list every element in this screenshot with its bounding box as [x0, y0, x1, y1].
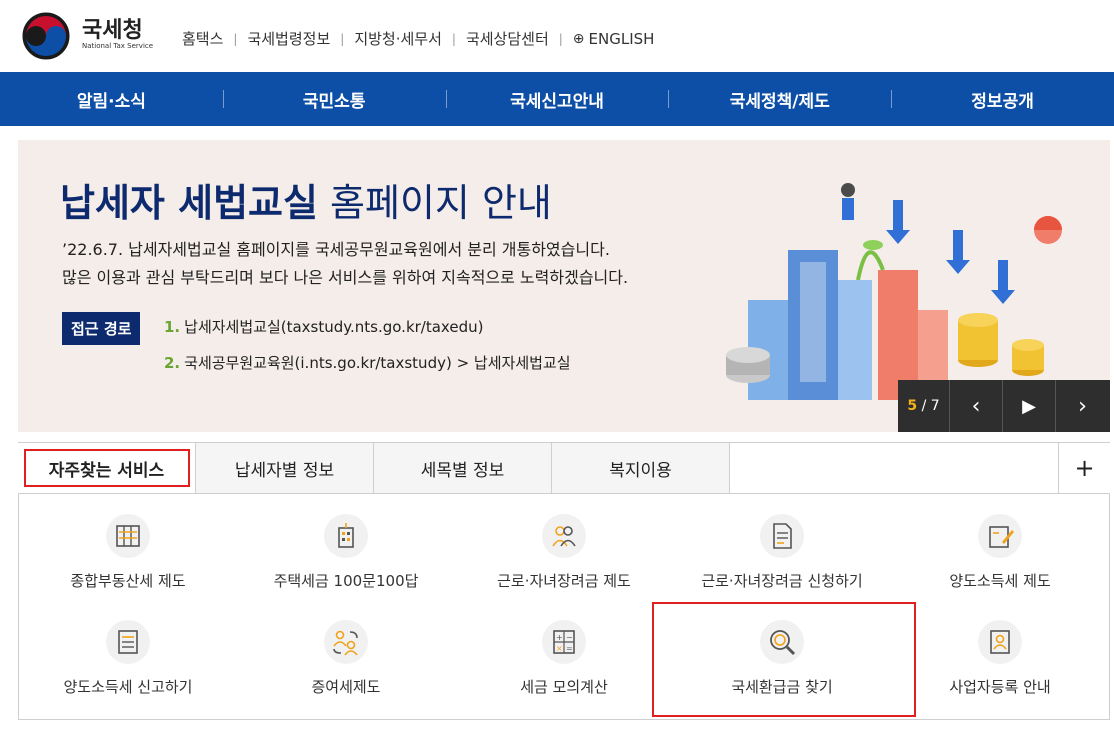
link-separator: |: [558, 31, 563, 46]
tab-welfare[interactable]: 복지이용: [552, 443, 730, 493]
nav-tax-policy[interactable]: 국세정책/제도: [668, 87, 891, 112]
service-item[interactable]: 양도소득세 제도: [891, 500, 1109, 600]
play-button[interactable]: ▶: [1003, 380, 1056, 432]
service-label: 근로·자녀장려금 신청하기: [701, 572, 863, 590]
tab-taxpayer-info[interactable]: 납세자별 정보: [196, 443, 374, 493]
link-separator: |: [233, 31, 238, 46]
banner-headline-bold: 납세자 세법교실: [60, 181, 318, 225]
svg-text:=: =: [566, 644, 573, 653]
service-item[interactable]: 양도소득세 신고하기: [19, 606, 237, 706]
building-icon: [324, 514, 368, 558]
service-item[interactable]: + − × = 세금 모의계산: [455, 606, 673, 706]
link-separator: |: [340, 31, 345, 46]
service-label: 종합부동산세 제도: [70, 572, 186, 590]
service-tabs: 자주찾는 서비스 납세자별 정보 세목별 정보 복지이용 +: [18, 442, 1110, 494]
banner-headline-rest: 홈페이지 안내: [317, 181, 552, 225]
service-label: 근로·자녀장려금 제도: [497, 572, 631, 590]
service-label: 양도소득세 제도: [949, 572, 1051, 590]
slide-current: 5: [907, 398, 918, 414]
tab-frequent-services[interactable]: 자주찾는 서비스: [18, 443, 196, 493]
svg-text:×: ×: [556, 644, 563, 653]
logo-title: 국세청: [82, 18, 143, 43]
service-label: 증여세제도: [311, 678, 381, 696]
service-item[interactable]: 근로·자녀장려금 제도: [455, 500, 673, 600]
prev-slide-button[interactable]: ‹: [950, 380, 1003, 432]
path-text: 국세공무원교육원(i.nts.go.kr/taxstudy) > 납세자세법교실: [184, 354, 571, 372]
service-item[interactable]: 종합부동산세 제도: [19, 500, 237, 600]
service-item[interactable]: 주택세금 100문100답: [237, 500, 455, 600]
access-path-badge: 접근 경로: [62, 312, 141, 345]
nav-communication[interactable]: 국민소통: [222, 87, 446, 112]
document-icon: [760, 514, 804, 558]
taegeuk-emblem-icon: [20, 10, 72, 62]
path-text: 납세자세법교실(taxstudy.nts.go.kr/taxedu): [184, 318, 484, 336]
main-nav: 알림·소식 국민소통 국세신고안내 국세정책/제도 정보공개: [0, 72, 1114, 126]
logo-subtitle: National Tax Service: [82, 42, 154, 50]
slide-controls: 5 / 7 ‹ ▶ ›: [898, 380, 1110, 432]
chevron-right-icon: ›: [1078, 393, 1087, 419]
nav-disclosure[interactable]: 정보공개: [891, 87, 1114, 112]
id-card-icon: [978, 620, 1022, 664]
globe-icon: ⊕: [572, 30, 585, 47]
tabs-spacer: [730, 443, 1058, 493]
service-grid: 종합부동산세 제도 주택세금 100문100답 근로·자녀장려금 제도 근로·자…: [18, 494, 1110, 720]
svg-text:+: +: [556, 633, 563, 642]
ledger-icon: [106, 514, 150, 558]
access-path-2: 2. 국세공무원교육원(i.nts.go.kr/taxstudy) > 납세자세법…: [164, 352, 571, 373]
svg-text:−: −: [566, 633, 573, 642]
link-separator: |: [451, 31, 456, 46]
service-item[interactable]: 증여세제도: [237, 606, 455, 706]
path-number: 1.: [164, 318, 181, 336]
service-label: 주택세금 100문100답: [273, 572, 419, 590]
service-item[interactable]: 사업자등록 안내: [891, 606, 1109, 706]
pen-note-icon: [978, 514, 1022, 558]
next-slide-button[interactable]: ›: [1056, 380, 1109, 432]
people-icon: [542, 514, 586, 558]
path-number: 2.: [164, 354, 181, 372]
nav-tax-filing[interactable]: 국세신고안내: [445, 87, 669, 112]
link-consult-center[interactable]: 국세상담센터: [466, 28, 549, 49]
banner-text-line2: 많은 이용과 관심 부탁드리며 보다 나은 서비스를 위하여 지속적으로 노력하…: [62, 268, 629, 287]
banner-slide[interactable]: 납세자 세법교실 홈페이지 안내 ’22.6.7. 납세자세법교실 홈페이지를 …: [18, 140, 1110, 432]
link-english[interactable]: ENGLISH: [589, 30, 655, 48]
highlight-box-refund: [652, 602, 916, 717]
exchange-people-icon: [324, 620, 368, 664]
nts-logo[interactable]: 국세청 National Tax Service: [20, 10, 180, 62]
play-icon: ▶: [1022, 395, 1036, 417]
top-links: 홈택스 | 국세법령정보 | 지방청·세무서 | 국세상담센터 | ⊕ ENGL…: [182, 28, 654, 49]
top-header: 국세청 National Tax Service 홈택스 | 국세법령정보 | …: [0, 0, 1114, 72]
link-tax-law[interactable]: 국세법령정보: [247, 28, 330, 49]
slide-counter: 5 / 7: [898, 380, 950, 432]
banner-headline: 납세자 세법교실 홈페이지 안내: [60, 172, 552, 227]
service-item[interactable]: 근로·자녀장려금 신청하기: [673, 500, 891, 600]
service-label: 사업자등록 안내: [949, 678, 1051, 696]
chevron-left-icon: ‹: [971, 393, 981, 419]
more-plus-button[interactable]: +: [1058, 443, 1110, 493]
link-offices[interactable]: 지방청·세무서: [354, 28, 442, 49]
banner-text-line1: ’22.6.7. 납세자세법교실 홈페이지를 국세공무원교육원에서 분리 개통하…: [62, 240, 610, 259]
link-hometax[interactable]: 홈택스: [182, 28, 223, 49]
slide-total: / 7: [921, 398, 940, 414]
nav-notice[interactable]: 알림·소식: [0, 87, 223, 112]
calculator-icon: + − × =: [542, 620, 586, 664]
access-path-1: 1. 납세자세법교실(taxstudy.nts.go.kr/taxedu): [164, 316, 483, 337]
service-label: 세금 모의계산: [520, 678, 608, 696]
list-icon: [106, 620, 150, 664]
service-label: 양도소득세 신고하기: [63, 678, 193, 696]
tab-tax-item-info[interactable]: 세목별 정보: [374, 443, 552, 493]
